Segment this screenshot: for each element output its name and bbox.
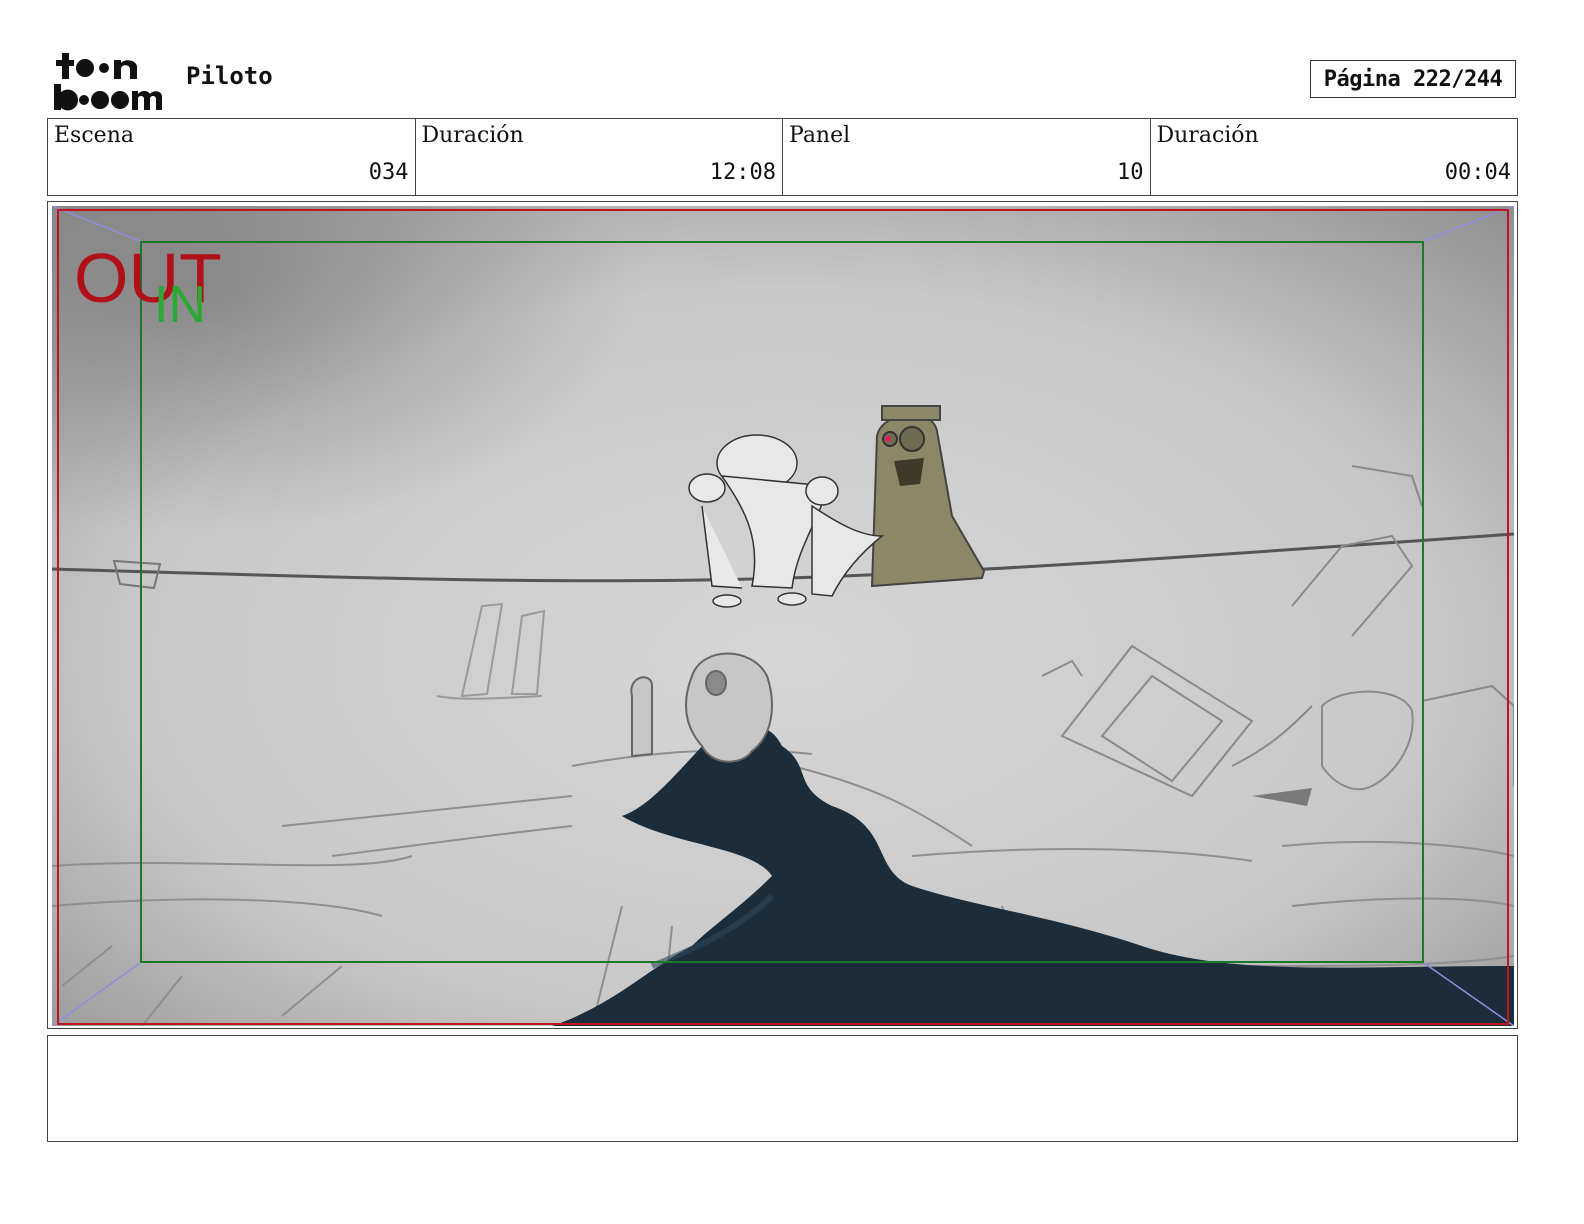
scene-duration-cell: Duración 12:08 xyxy=(416,119,783,195)
panel-duration-cell: Duración 00:04 xyxy=(1151,119,1518,195)
page-counter: Página 222/244 xyxy=(1310,60,1516,98)
panel-label: Panel xyxy=(789,123,851,148)
storyboard-panel: OUT IN xyxy=(47,201,1518,1029)
scene-value: 034 xyxy=(368,160,409,185)
project-title: Piloto xyxy=(186,62,273,90)
panel-value: 10 xyxy=(1117,160,1144,185)
panel-duration-label: Duración xyxy=(1156,123,1259,148)
panel-cell: Panel 10 xyxy=(783,119,1151,195)
panel-duration-value: 00:04 xyxy=(1444,160,1511,185)
panel-drawing: OUT IN xyxy=(52,206,1514,1026)
scene-duration-value: 12:08 xyxy=(709,160,776,185)
scene-label: Escena xyxy=(54,123,134,148)
toon-boom-logo xyxy=(54,53,162,111)
scene-duration-label: Duración xyxy=(421,123,524,148)
page-value: 222/244 xyxy=(1413,66,1503,92)
scene-info-row: Escena 034 Duración 12:08 Panel 10 Durac… xyxy=(47,118,1518,196)
scene-cell: Escena 034 xyxy=(48,119,416,195)
in-marker: IN xyxy=(154,276,206,334)
page-label: Página xyxy=(1323,66,1401,92)
panel-notes-box xyxy=(47,1035,1518,1142)
